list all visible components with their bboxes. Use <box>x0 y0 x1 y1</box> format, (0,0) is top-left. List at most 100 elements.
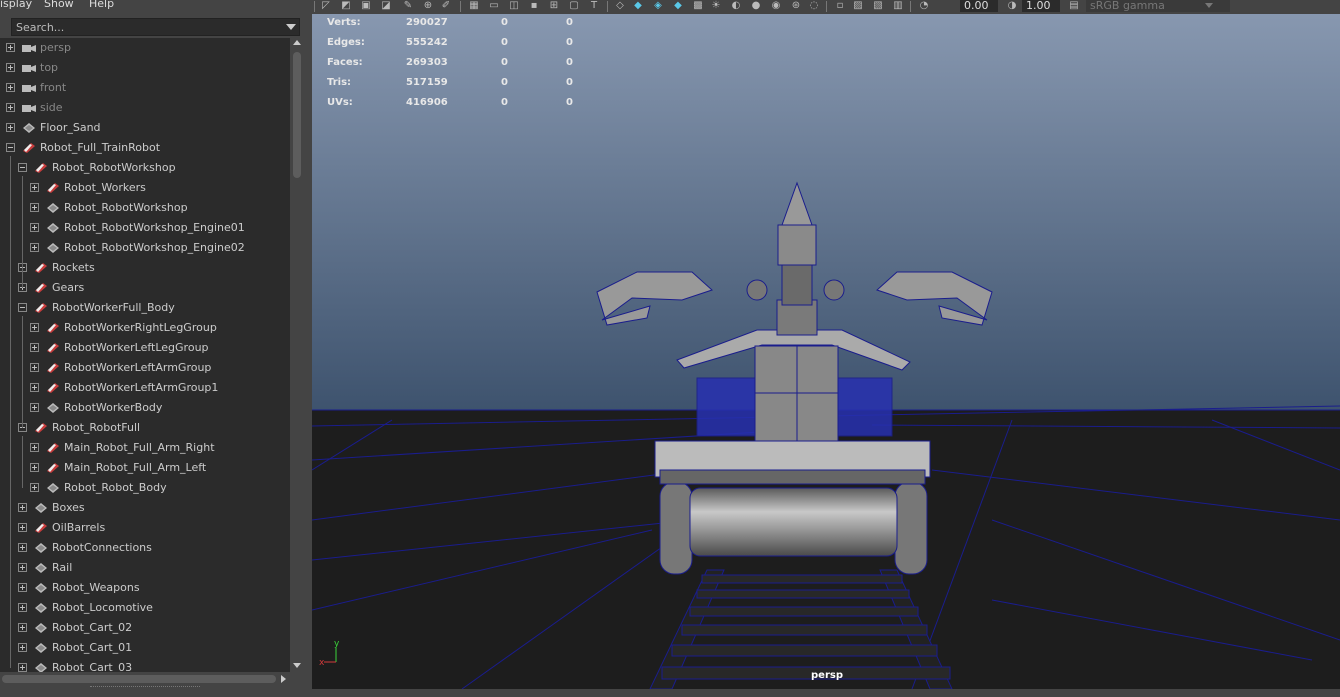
outliner-item[interactable]: OilBarrels <box>0 518 290 538</box>
cursor-icon[interactable]: ◸ <box>320 0 332 12</box>
depth-of-field-icon[interactable]: ◌ <box>808 0 820 12</box>
expand-icon[interactable] <box>6 103 15 112</box>
collapse-icon[interactable] <box>6 143 15 152</box>
gate-mask-icon[interactable]: ▪ <box>528 0 540 12</box>
color-management-icon[interactable]: ▤ <box>1068 0 1080 12</box>
search-input[interactable] <box>16 20 276 34</box>
xray-components-icon[interactable]: ▥ <box>892 0 904 12</box>
film-gate-icon[interactable]: ▭ <box>488 0 500 12</box>
horizontal-scroll-thumb[interactable] <box>2 675 276 683</box>
isolate-select-icon[interactable]: ▫ <box>834 0 846 12</box>
collapse-icon[interactable] <box>18 303 27 312</box>
outliner-horizontal-scrollbar[interactable] <box>0 673 290 685</box>
2d-pan-icon[interactable]: ⊕ <box>422 0 434 12</box>
expand-icon[interactable] <box>18 663 27 672</box>
chevron-down-icon[interactable] <box>1205 3 1213 8</box>
expand-icon[interactable] <box>6 123 15 132</box>
expand-icon[interactable] <box>18 623 27 632</box>
outliner-item[interactable]: Robot_Cart_02 <box>0 618 290 638</box>
image-plane-icon[interactable]: ◪ <box>380 0 392 12</box>
expand-icon[interactable] <box>18 503 27 512</box>
safe-title-icon[interactable]: T <box>588 0 600 12</box>
expand-icon[interactable] <box>30 343 39 352</box>
outliner-item[interactable]: Main_Robot_Full_Arm_Left <box>0 458 290 478</box>
resolution-gate-icon[interactable]: ◫ <box>508 0 520 12</box>
outliner-vertical-scrollbar[interactable] <box>290 38 304 672</box>
exposure-icon[interactable]: ◔ <box>918 0 930 12</box>
pen-icon[interactable]: ✎ <box>402 0 414 12</box>
outliner-item[interactable]: RobotWorkerFull_Body <box>0 298 290 318</box>
gamma-field[interactable]: 1.00 <box>1022 0 1060 12</box>
xray-joints-icon[interactable]: ▧ <box>872 0 884 12</box>
expand-icon[interactable] <box>30 443 39 452</box>
textured-icon[interactable]: ▩ <box>692 0 704 12</box>
outliner-item[interactable]: Robot_Locomotive <box>0 598 290 618</box>
outliner-item[interactable]: Floor_Sand <box>0 118 290 138</box>
outliner-item[interactable]: Robot_Full_TrainRobot <box>0 138 290 158</box>
expand-icon[interactable] <box>18 603 27 612</box>
outliner-item[interactable]: Robot_RobotWorkshop <box>0 198 290 218</box>
scroll-up-arrow-icon[interactable] <box>293 40 301 45</box>
expand-icon[interactable] <box>6 43 15 52</box>
menu-show[interactable]: Show <box>44 0 74 10</box>
search-options-dropdown-icon[interactable] <box>286 24 296 30</box>
gamma-icon[interactable]: ◑ <box>1006 0 1018 12</box>
outliner-item[interactable]: Robot_RobotFull <box>0 418 290 438</box>
outliner-item[interactable]: Robot_RobotWorkshop <box>0 158 290 178</box>
outliner-item[interactable]: RobotWorkerLeftArmGroup1 <box>0 378 290 398</box>
outliner-item[interactable]: Robot_RobotWorkshop_Engine02 <box>0 238 290 258</box>
expand-icon[interactable] <box>30 223 39 232</box>
expand-icon[interactable] <box>18 583 27 592</box>
outliner-item[interactable]: Robot_Cart_03 <box>0 658 290 672</box>
scroll-down-arrow-icon[interactable] <box>293 663 301 668</box>
expand-icon[interactable] <box>18 543 27 552</box>
outliner-item[interactable]: Robot_RobotWorkshop_Engine01 <box>0 218 290 238</box>
field-chart-icon[interactable]: ⊞ <box>548 0 560 12</box>
expand-icon[interactable] <box>30 243 39 252</box>
expand-icon[interactable] <box>30 183 39 192</box>
grease-pencil-icon[interactable]: ✐ <box>440 0 452 12</box>
expand-icon[interactable] <box>30 203 39 212</box>
outliner-item[interactable]: RobotWorkerRightLegGroup <box>0 318 290 338</box>
menu-display[interactable]: isplay <box>0 0 32 10</box>
lights-icon[interactable]: ☀ <box>710 0 722 12</box>
outliner-item[interactable]: Gears <box>0 278 290 298</box>
outliner-item[interactable]: Rockets <box>0 258 290 278</box>
outliner-item[interactable]: RobotWorkerLeftLegGroup <box>0 338 290 358</box>
wireframe-on-shaded-icon[interactable]: ◈ <box>652 0 664 12</box>
outliner-item[interactable]: Robot_Workers <box>0 178 290 198</box>
expand-icon[interactable] <box>30 463 39 472</box>
xray-icon[interactable]: ▨ <box>852 0 864 12</box>
safe-action-icon[interactable]: ▢ <box>568 0 580 12</box>
outliner-item[interactable]: Boxes <box>0 498 290 518</box>
wireframe-icon[interactable]: ◇ <box>614 0 626 12</box>
expand-icon[interactable] <box>18 563 27 572</box>
outliner-item[interactable]: side <box>0 98 290 118</box>
viewport-persp[interactable]: y x Verts: 290027 0 0 Edges: 555242 0 0 Faces: 26… <box>312 0 1340 689</box>
expand-icon[interactable] <box>30 383 39 392</box>
expand-icon[interactable] <box>30 483 39 492</box>
outliner-item[interactable]: Robot_Weapons <box>0 578 290 598</box>
screen-space-ao-icon[interactable]: ● <box>750 0 762 12</box>
outliner-item[interactable]: top <box>0 58 290 78</box>
exposure-field[interactable]: 0.00 <box>960 0 998 12</box>
bookmark-icon[interactable]: ▣ <box>360 0 372 12</box>
expand-icon[interactable] <box>30 323 39 332</box>
expand-icon[interactable] <box>6 83 15 92</box>
shadows-icon[interactable]: ◐ <box>730 0 742 12</box>
outliner-item[interactable]: front <box>0 78 290 98</box>
outliner-item[interactable]: Robot_Robot_Body <box>0 478 290 498</box>
collapse-icon[interactable] <box>18 163 27 172</box>
expand-icon[interactable] <box>18 523 27 532</box>
outliner-item[interactable]: persp <box>0 38 290 58</box>
scroll-right-arrow-icon[interactable] <box>281 675 286 683</box>
motion-blur-icon[interactable]: ◉ <box>770 0 782 12</box>
multisample-aa-icon[interactable]: ⊛ <box>790 0 802 12</box>
outliner-item[interactable]: RobotConnections <box>0 538 290 558</box>
grid-icon[interactable]: ▦ <box>468 0 480 12</box>
outliner-item[interactable]: Rail <box>0 558 290 578</box>
smooth-shade-icon[interactable]: ◆ <box>632 0 644 12</box>
outliner-item[interactable]: Main_Robot_Full_Arm_Right <box>0 438 290 458</box>
vertical-scroll-thumb[interactable] <box>293 52 301 178</box>
expand-icon[interactable] <box>30 363 39 372</box>
